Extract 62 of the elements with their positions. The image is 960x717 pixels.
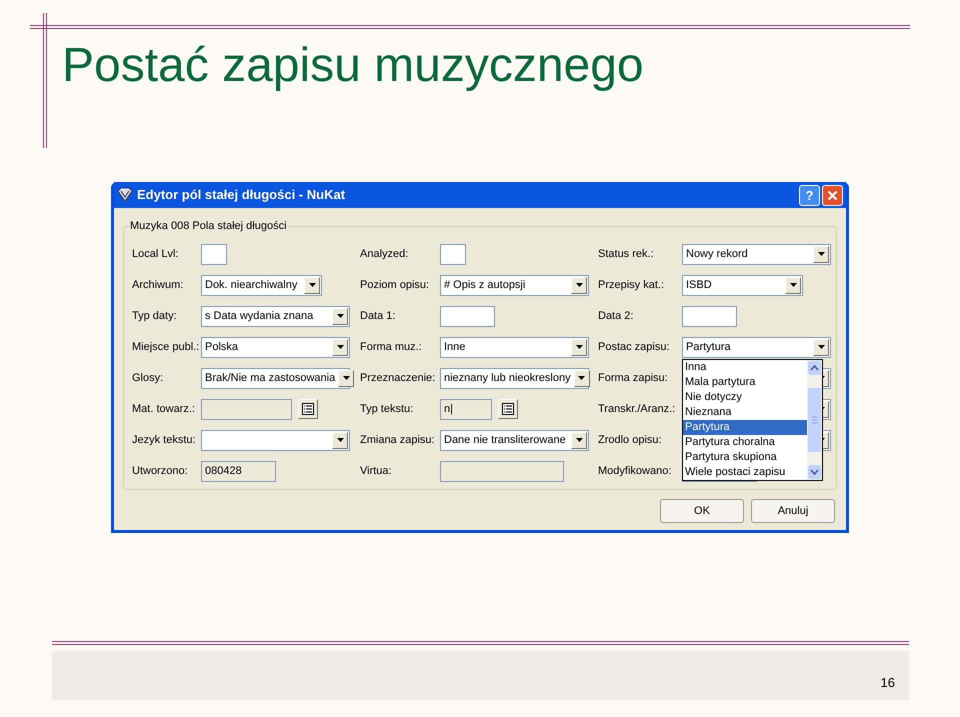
field-label: Forma muz.: xyxy=(360,340,423,355)
dropdown-option[interactable]: Wiele postaci zapisu xyxy=(683,464,807,480)
field-value: Dane nie transliterowane xyxy=(443,432,567,448)
group-title: Muzyka 008 Pola stałej długości xyxy=(129,219,288,234)
field-value: Nowy rekord xyxy=(685,246,749,262)
dialog-button[interactable]: Anuluj xyxy=(751,499,835,523)
field-value: Dok. niearchiwalny xyxy=(204,278,298,293)
field-value: ISBD xyxy=(685,278,713,293)
field-label: Glosy: xyxy=(132,370,164,386)
field-value: Brak/Nie ma zastosowania xyxy=(204,370,336,386)
field-label: Local Lvl: xyxy=(132,246,180,262)
dropdown-field[interactable]: s Data wydania znana xyxy=(201,306,350,326)
dropdown-field[interactable]: # Opis z autopsji xyxy=(440,274,589,296)
dropdown-field[interactable]: ISBD xyxy=(682,274,803,296)
field-value: s Data wydania znana xyxy=(204,308,314,324)
field-label: Zrodlo opisu: xyxy=(598,432,663,448)
field-label: Przepisy kat.: xyxy=(598,278,666,293)
field-value: nieznany lub nieokreslony xyxy=(443,370,572,386)
dropdown-field[interactable]: Dok. niearchiwalny xyxy=(201,274,322,296)
field-value: Inne xyxy=(443,340,466,355)
field-label: Typ daty: xyxy=(132,308,178,324)
dropdown-option[interactable]: Inna xyxy=(683,360,807,374)
field-value: 080428 xyxy=(204,464,243,479)
field-label: Archiwum: xyxy=(132,278,184,293)
dialog-button[interactable]: OK xyxy=(660,499,744,523)
field-value: # Opis z autopsji xyxy=(443,278,526,293)
field-label: Analyzed: xyxy=(360,246,410,262)
dropdown-field[interactable]: nieznany lub nieokreslony xyxy=(440,368,589,388)
field-label: Transkr./Aranz.: xyxy=(598,402,676,417)
dropdown-option[interactable]: Nieznana xyxy=(683,404,807,420)
dropdown-field[interactable]: Inne xyxy=(440,336,589,358)
field-label: Typ tekstu: xyxy=(360,402,414,417)
field-label: Postac zapisu: xyxy=(598,340,671,355)
field-label: Mat. towarz.: xyxy=(132,402,196,417)
dropdown-field[interactable]: Nowy rekord xyxy=(682,244,831,264)
field-label: Virtua: xyxy=(360,464,393,479)
dropdown-field[interactable]: Dane nie transliterowane xyxy=(440,430,589,450)
field-label: Status rek.: xyxy=(598,246,655,262)
dropdown-option[interactable]: Partytura choralna xyxy=(683,434,807,450)
field-label: Przeznaczenie: xyxy=(360,370,436,386)
field-label: Jezyk tekstu: xyxy=(132,432,197,448)
input-field[interactable]: n| xyxy=(440,398,492,420)
dropdown-option[interactable]: Nie dotyczy xyxy=(683,390,807,404)
dropdown-option[interactable]: Partytura skupiona xyxy=(683,450,807,464)
dropdown-option[interactable]: Mala partytura xyxy=(683,374,807,390)
field-label: Zmiana zapisu: xyxy=(360,432,436,448)
field-value: Polska xyxy=(204,340,240,355)
field-label: Utworzono: xyxy=(132,464,189,479)
field-value: Partytura xyxy=(685,340,732,355)
field-label: Data 2: xyxy=(598,308,634,324)
dropdown-field[interactable]: Polska xyxy=(201,336,350,358)
dropdown-field[interactable]: Partytura xyxy=(682,336,831,358)
field-label: Forma zapisu: xyxy=(598,370,669,386)
field-label: Modyfikowano: xyxy=(598,464,672,479)
field-value: n| xyxy=(443,402,454,417)
page-number: 16 xyxy=(880,674,895,692)
field-label: Data 1: xyxy=(360,308,396,324)
window-title: Edytor pól stałej długości - NuKat xyxy=(137,186,346,204)
dropdown-option[interactable]: Partytura xyxy=(683,420,807,434)
slide-title: Postać zapisu muzycznego xyxy=(62,38,644,94)
field-label: Poziom opisu: xyxy=(360,278,430,293)
field-label: Miejsce publ.: xyxy=(132,340,200,355)
